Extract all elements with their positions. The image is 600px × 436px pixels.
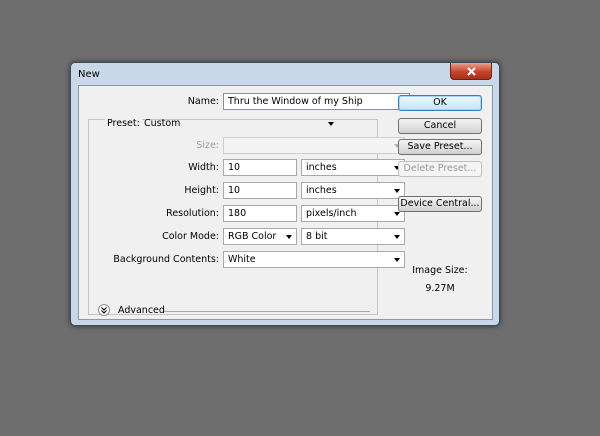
close-button[interactable]: [450, 63, 492, 80]
image-size-value: 9.27M: [425, 283, 455, 294]
chevron-down-icon: [328, 122, 334, 126]
color-mode-select[interactable]: RGB Color: [223, 228, 297, 245]
color-mode-label: Color Mode:: [162, 231, 219, 242]
name-input[interactable]: Thru the Window of my Ship: [223, 93, 410, 110]
width-unit-select[interactable]: inches: [301, 159, 405, 176]
new-document-dialog: New Name: Thru the Window of my Ship Pre…: [70, 62, 500, 326]
advanced-divider: [164, 311, 370, 312]
resolution-label: Resolution:: [166, 208, 219, 219]
advanced-label: Advanced: [118, 305, 165, 316]
chevron-down-icon: [394, 189, 400, 193]
bit-depth-select[interactable]: 8 bit: [301, 228, 405, 245]
resolution-unit-value: pixels/inch: [306, 208, 357, 219]
close-icon: [466, 66, 476, 76]
resolution-input[interactable]: 180: [223, 205, 297, 222]
color-mode-value: RGB Color: [228, 231, 277, 242]
image-size-label: Image Size:: [412, 265, 468, 276]
chevron-down-icon: [394, 235, 400, 239]
double-chevron-down-icon: [101, 307, 107, 314]
preset-select-value: Custom: [144, 118, 181, 129]
resolution-unit-select[interactable]: pixels/inch: [301, 205, 405, 222]
device-central-button[interactable]: Device Central...: [398, 196, 482, 212]
background-contents-value: White: [228, 254, 256, 265]
background-contents-label: Background Contents:: [113, 254, 219, 265]
height-unit-value: inches: [306, 185, 337, 196]
preset-select[interactable]: Custom: [139, 115, 339, 132]
width-input[interactable]: 10: [223, 159, 297, 176]
chevron-down-icon: [394, 258, 400, 262]
name-label: Name:: [187, 96, 219, 107]
chevron-down-icon: [286, 235, 292, 239]
height-unit-select[interactable]: inches: [301, 182, 405, 199]
background-contents-select[interactable]: White: [223, 251, 405, 268]
dialog-client-area: Name: Thru the Window of my Ship Preset:…: [78, 85, 493, 320]
save-preset-button[interactable]: Save Preset...: [398, 139, 482, 155]
preset-label: Preset:: [105, 118, 142, 129]
bit-depth-value: 8 bit: [306, 231, 328, 242]
delete-preset-button: Delete Preset...: [398, 161, 482, 177]
cancel-button[interactable]: Cancel: [398, 118, 482, 134]
width-unit-value: inches: [306, 162, 337, 173]
chevron-down-icon: [394, 212, 400, 216]
dialog-title: New: [78, 69, 100, 80]
height-label: Height:: [184, 185, 219, 196]
height-input[interactable]: 10: [223, 182, 297, 199]
size-select: [223, 137, 405, 154]
ok-button[interactable]: OK: [398, 95, 482, 111]
advanced-toggle[interactable]: [98, 304, 110, 316]
size-label: Size:: [196, 140, 219, 151]
width-label: Width:: [188, 162, 219, 173]
